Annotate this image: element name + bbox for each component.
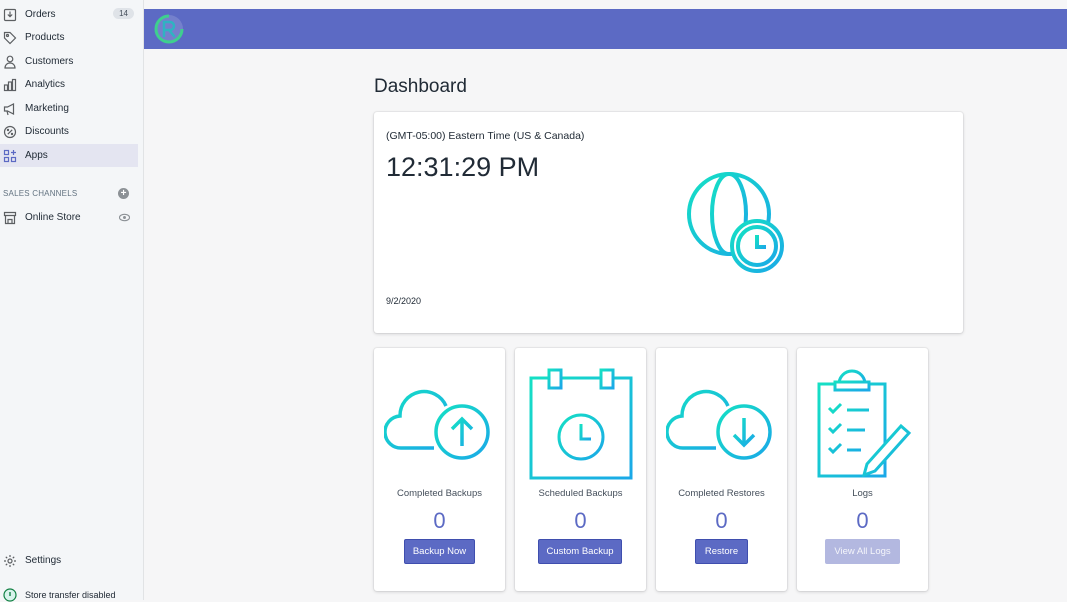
logs-card: Logs 0 View All Logs [797, 348, 928, 591]
time-card: (GMT-05:00) Eastern Time (US & Canada) 1… [374, 112, 963, 333]
clipboard-checklist-icon [817, 369, 912, 478]
person-icon [3, 55, 17, 69]
add-sales-channel-icon[interactable]: + [118, 188, 129, 199]
stat-value: 0 [433, 508, 446, 533]
stat-value: 0 [715, 508, 728, 533]
app-logo[interactable] [153, 13, 185, 45]
stat-label: Completed Backups [396, 488, 483, 499]
store-icon [3, 211, 17, 225]
sidebar-item-label: Apps [25, 150, 48, 161]
globe-clock-icon [687, 172, 784, 273]
restore-button[interactable]: Restore [695, 539, 748, 564]
sidebar-item-label: Customers [25, 56, 74, 67]
sidebar-item-discounts[interactable]: Discounts [0, 120, 138, 143]
sidebar-item-label: Analytics [25, 79, 66, 90]
sidebar-item-label: Discounts [25, 126, 69, 137]
sidebar-item-label: Online Store [25, 212, 81, 223]
cloud-upload-icon [384, 389, 490, 460]
sales-channels-title: SALES CHANNELS [3, 189, 78, 198]
sidebar-item-settings[interactable]: Settings [0, 549, 138, 572]
store-transfer-text: Store transfer disabled [25, 590, 116, 600]
orders-count-badge: 14 [113, 8, 134, 19]
sidebar-item-orders[interactable]: Orders 14 [0, 3, 138, 26]
stat-label: Scheduled Backups [538, 488, 623, 499]
apps-icon [3, 149, 17, 163]
sidebar-item-customers[interactable]: Customers [0, 50, 138, 73]
sidebar-item-analytics[interactable]: Analytics [0, 73, 138, 96]
stat-value: 0 [856, 508, 869, 533]
stat-label: Logs [852, 488, 873, 499]
completed-backups-card: Completed Backups 0 Backup Now [374, 348, 505, 591]
discount-icon [3, 125, 17, 139]
cloud-download-icon [666, 389, 772, 460]
sidebar-item-label: Orders [25, 9, 56, 20]
scheduled-backups-card: Scheduled Backups 0 Custom Backup [515, 348, 646, 591]
page-title: Dashboard [374, 76, 467, 97]
sidebar-item-online-store[interactable]: Online Store [0, 206, 138, 229]
sidebar-item-label: Settings [25, 555, 62, 566]
top-bar [144, 9, 1067, 49]
sidebar-item-label: Marketing [25, 103, 69, 114]
sidebar-item-products[interactable]: Products [0, 26, 138, 49]
completed-restores-card: Completed Restores 0 Restore [656, 348, 787, 591]
sidebar-item-apps[interactable]: Apps [0, 144, 138, 167]
backup-now-button[interactable]: Backup Now [404, 539, 475, 564]
sidebar-item-marketing[interactable]: Marketing [0, 97, 138, 120]
stat-label: Completed Restores [678, 488, 765, 499]
current-date: 9/2/2020 [386, 296, 422, 306]
eye-icon[interactable] [119, 212, 130, 223]
view-all-logs-button[interactable]: View All Logs [825, 539, 900, 564]
bar-chart-icon [3, 78, 17, 92]
gear-icon [3, 554, 17, 568]
calendar-clock-icon [529, 368, 633, 480]
timezone-label: (GMT-05:00) Eastern Time (US & Canada) [386, 130, 585, 142]
tag-icon [3, 31, 17, 45]
megaphone-icon [3, 102, 17, 116]
custom-backup-button[interactable]: Custom Backup [538, 539, 622, 564]
sidebar-item-label: Products [25, 32, 65, 43]
sidebar: Orders 14 Products Customers Analytics M… [0, 0, 144, 602]
current-time: 12:31:29 PM [386, 152, 540, 182]
orders-icon [3, 8, 17, 22]
stat-value: 0 [574, 508, 587, 533]
